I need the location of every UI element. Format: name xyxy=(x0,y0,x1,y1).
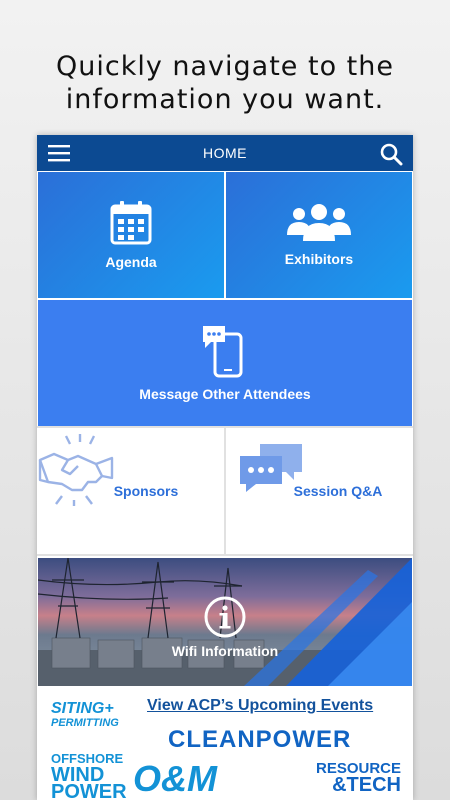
chat-bubbles-icon xyxy=(240,444,302,492)
session-qa-tile[interactable]: Session Q&A xyxy=(226,428,412,554)
exhibitors-tile[interactable]: Exhibitors xyxy=(226,172,412,298)
offshore-wind-power-logo: OFFSHORE WIND POWER xyxy=(51,750,127,800)
wifi-information-label: Wifi Information xyxy=(171,643,279,659)
sponsors-tile[interactable]: Sponsors xyxy=(38,428,224,554)
cleanpower-logo: CLEANPOWER xyxy=(168,726,352,753)
search-icon[interactable] xyxy=(379,142,403,166)
app-screen: HOME Agenda Exhibitors Message Other Att… xyxy=(37,135,413,800)
session-qa-label: Session Q&A xyxy=(293,483,383,499)
message-attendees-label: Message Other Attendees xyxy=(139,386,311,402)
upcoming-events-banner[interactable]: SITING+ PERMITTING View ACP’s Upcoming E… xyxy=(37,688,413,800)
exhibitors-label: Exhibitors xyxy=(284,251,354,267)
siting-permitting-logo: SITING+ PERMITTING xyxy=(51,700,119,730)
divider xyxy=(224,428,226,554)
page-title: HOME xyxy=(203,145,247,161)
phone-chat-icon xyxy=(203,326,243,378)
tech-text: &TECH xyxy=(332,774,401,796)
info-circle-icon xyxy=(204,596,246,638)
calendar-icon xyxy=(110,201,152,245)
top-nav-bar: HOME xyxy=(37,135,413,171)
divider xyxy=(37,554,413,556)
siting-plus: + xyxy=(104,700,114,717)
promo-headline-line1: Quickly navigate to the xyxy=(55,51,394,82)
agenda-label: Agenda xyxy=(105,254,157,270)
wifi-information-tile[interactable]: Wifi Information xyxy=(38,558,412,686)
promo-headline-line2: information you want. xyxy=(65,84,385,115)
power-text: POWER xyxy=(51,781,127,800)
sponsors-label: Sponsors xyxy=(113,483,179,499)
upcoming-events-link[interactable]: View ACP’s Upcoming Events xyxy=(147,697,373,715)
siting-text: SITING xyxy=(51,700,105,717)
om-logo: O&M xyxy=(133,758,217,799)
hamburger-menu-icon[interactable] xyxy=(47,143,71,163)
group-people-icon xyxy=(287,204,351,241)
message-attendees-tile[interactable]: Message Other Attendees xyxy=(38,300,412,426)
handshake-icon xyxy=(38,434,114,506)
agenda-tile[interactable]: Agenda xyxy=(38,172,224,298)
permitting-text: PERMITTING xyxy=(51,717,119,729)
resource-tech-logo: RESOURCE &TECH xyxy=(316,760,401,796)
promo-headline: Quickly navigate to the information you … xyxy=(0,50,450,116)
